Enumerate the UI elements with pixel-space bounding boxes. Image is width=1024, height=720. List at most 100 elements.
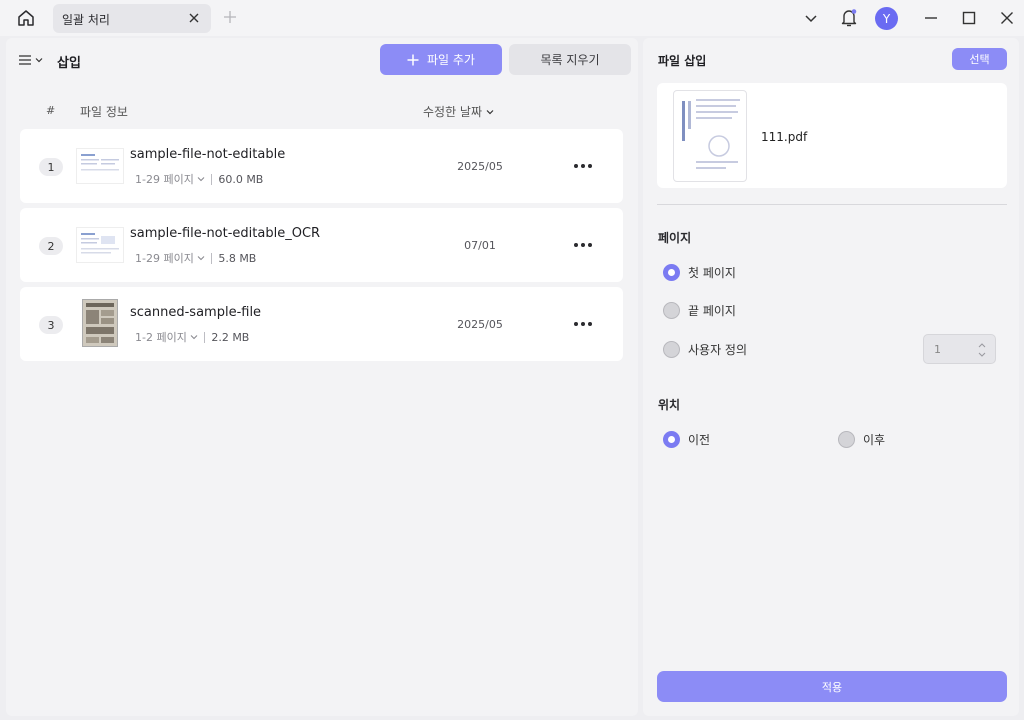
tab-close-button[interactable] bbox=[187, 11, 201, 25]
minimize-icon bbox=[925, 17, 937, 19]
radio-label: 끝 페이지 bbox=[688, 304, 736, 318]
clear-list-label: 목록 지우기 bbox=[540, 53, 600, 67]
chevron-down-icon bbox=[35, 58, 43, 63]
select-label: 선택 bbox=[969, 53, 990, 66]
radio-label: 이후 bbox=[863, 433, 886, 447]
column-index-header: # bbox=[46, 104, 56, 117]
radio-button[interactable] bbox=[663, 341, 680, 358]
apply-button[interactable]: 적용 bbox=[657, 671, 1007, 702]
row-index: 3 bbox=[39, 316, 63, 334]
table-row[interactable]: 1 sample-file-not-editable 1-29 페이지 60.0… bbox=[20, 129, 623, 203]
file-name: sample-file-not-editable bbox=[130, 147, 286, 162]
file-meta: 1-29 페이지 5.8 MB bbox=[135, 250, 256, 266]
menu-button[interactable] bbox=[18, 52, 46, 68]
chevron-down-icon bbox=[190, 335, 198, 340]
column-date-header[interactable]: 수정한 날짜 bbox=[423, 103, 494, 120]
new-tab-button[interactable] bbox=[222, 9, 238, 25]
radio-button[interactable] bbox=[663, 431, 680, 448]
file-meta: 1-2 페이지 2.2 MB bbox=[135, 329, 249, 345]
add-file-button[interactable]: 파일 추가 bbox=[380, 44, 502, 75]
file-size: 5.8 MB bbox=[218, 251, 257, 265]
radio-before[interactable]: 이전 bbox=[663, 431, 710, 448]
page-section-label: 페이지 bbox=[658, 231, 692, 245]
avatar-letter: Y bbox=[882, 11, 891, 26]
page-range: 1-29 페이지 bbox=[135, 252, 194, 265]
radio-button[interactable] bbox=[663, 264, 680, 281]
minimize-button[interactable] bbox=[921, 8, 941, 28]
custom-page-stepper[interactable]: 1 bbox=[923, 334, 996, 364]
plus-icon bbox=[407, 54, 419, 65]
avatar[interactable]: Y bbox=[875, 7, 898, 30]
bell-icon bbox=[841, 9, 857, 27]
file-date: 07/01 bbox=[464, 239, 496, 252]
file-name: sample-file-not-editable_OCR bbox=[130, 226, 321, 241]
maximize-icon bbox=[962, 11, 976, 25]
radio-custom[interactable]: 사용자 정의 bbox=[663, 341, 747, 358]
stepper-value: 1 bbox=[934, 342, 941, 356]
file-size: 2.2 MB bbox=[211, 330, 250, 344]
close-icon bbox=[1001, 12, 1013, 24]
stepper-arrows-icon[interactable] bbox=[977, 341, 987, 359]
add-file-label: 파일 추가 bbox=[427, 53, 475, 67]
select-file-button[interactable]: 선택 bbox=[952, 48, 1007, 70]
page-range-dropdown[interactable]: 1-29 페이지 bbox=[135, 171, 205, 187]
home-button[interactable] bbox=[14, 7, 38, 29]
row-index: 2 bbox=[39, 237, 63, 255]
file-thumbnail bbox=[76, 227, 124, 263]
column-date-label: 수정한 날짜 bbox=[423, 105, 483, 119]
dropdown-button[interactable] bbox=[801, 8, 821, 28]
table-row[interactable]: 2 sample-file-not-editable_OCR 1-29 페이지 … bbox=[20, 208, 623, 282]
tab-label: 일괄 처리 bbox=[62, 13, 110, 27]
divider bbox=[204, 331, 206, 343]
radio-button[interactable] bbox=[663, 302, 680, 319]
divider bbox=[211, 252, 213, 264]
tab-batch[interactable]: 일괄 처리 bbox=[53, 4, 211, 33]
insert-file-card: 111.pdf bbox=[657, 83, 1007, 188]
apply-label: 적용 bbox=[821, 680, 843, 694]
page-range-dropdown[interactable]: 1-29 페이지 bbox=[135, 250, 205, 266]
radio-label: 사용자 정의 bbox=[688, 343, 748, 357]
insert-file-title: 파일 삽입 bbox=[658, 54, 707, 68]
row-index: 1 bbox=[39, 158, 63, 176]
page-range: 1-29 페이지 bbox=[135, 173, 194, 186]
file-name: scanned-sample-file bbox=[130, 305, 262, 320]
radio-after[interactable]: 이후 bbox=[838, 431, 885, 448]
table-row[interactable]: 3 scanned-sample-file 1-2 페이지 2.2 MB 202… bbox=[20, 287, 623, 361]
insert-settings-panel: 파일 삽입 선택 111.pdf 페이지 첫 페이지 끝 페이지 사용자 정의 … bbox=[643, 38, 1019, 716]
page-range: 1-2 페이지 bbox=[135, 331, 187, 344]
file-meta: 1-29 페이지 60.0 MB bbox=[135, 171, 263, 187]
more-options-button[interactable] bbox=[573, 315, 593, 333]
more-options-button[interactable] bbox=[573, 236, 593, 254]
file-date: 2025/05 bbox=[457, 318, 503, 331]
close-window-button[interactable] bbox=[997, 8, 1017, 28]
chevron-down-icon bbox=[197, 256, 205, 261]
clear-list-button[interactable]: 목록 지우기 bbox=[509, 44, 631, 75]
radio-label: 이전 bbox=[688, 433, 711, 447]
notification-button[interactable] bbox=[839, 8, 859, 28]
insert-file-name: 111.pdf bbox=[761, 130, 808, 144]
position-section-label: 위치 bbox=[658, 398, 681, 412]
divider bbox=[657, 204, 1007, 205]
panel-title: 삽입 bbox=[57, 56, 81, 71]
chevron-down-icon bbox=[197, 177, 205, 182]
plus-icon bbox=[224, 11, 236, 23]
divider bbox=[211, 173, 213, 185]
insert-file-thumbnail bbox=[673, 90, 747, 182]
column-info-header: 파일 정보 bbox=[80, 105, 128, 119]
chevron-down-icon bbox=[486, 109, 494, 114]
radio-button[interactable] bbox=[838, 431, 855, 448]
maximize-button[interactable] bbox=[959, 8, 979, 28]
radio-last-page[interactable]: 끝 페이지 bbox=[663, 302, 736, 319]
chevron-down-icon bbox=[805, 15, 817, 23]
radio-first-page[interactable]: 첫 페이지 bbox=[663, 264, 736, 281]
close-icon bbox=[189, 13, 199, 23]
home-icon bbox=[18, 10, 34, 26]
file-thumbnail bbox=[82, 299, 118, 347]
menu-icon bbox=[19, 55, 31, 65]
file-date: 2025/05 bbox=[457, 160, 503, 173]
page-range-dropdown[interactable]: 1-2 페이지 bbox=[135, 329, 198, 345]
title-bar: 일괄 처리 Y bbox=[0, 0, 1024, 36]
more-options-button[interactable] bbox=[573, 157, 593, 175]
file-thumbnail bbox=[76, 148, 124, 184]
file-list-panel: 삽입 파일 추가 목록 지우기 # 파일 정보 수정한 날짜 1 sample-… bbox=[6, 38, 638, 716]
